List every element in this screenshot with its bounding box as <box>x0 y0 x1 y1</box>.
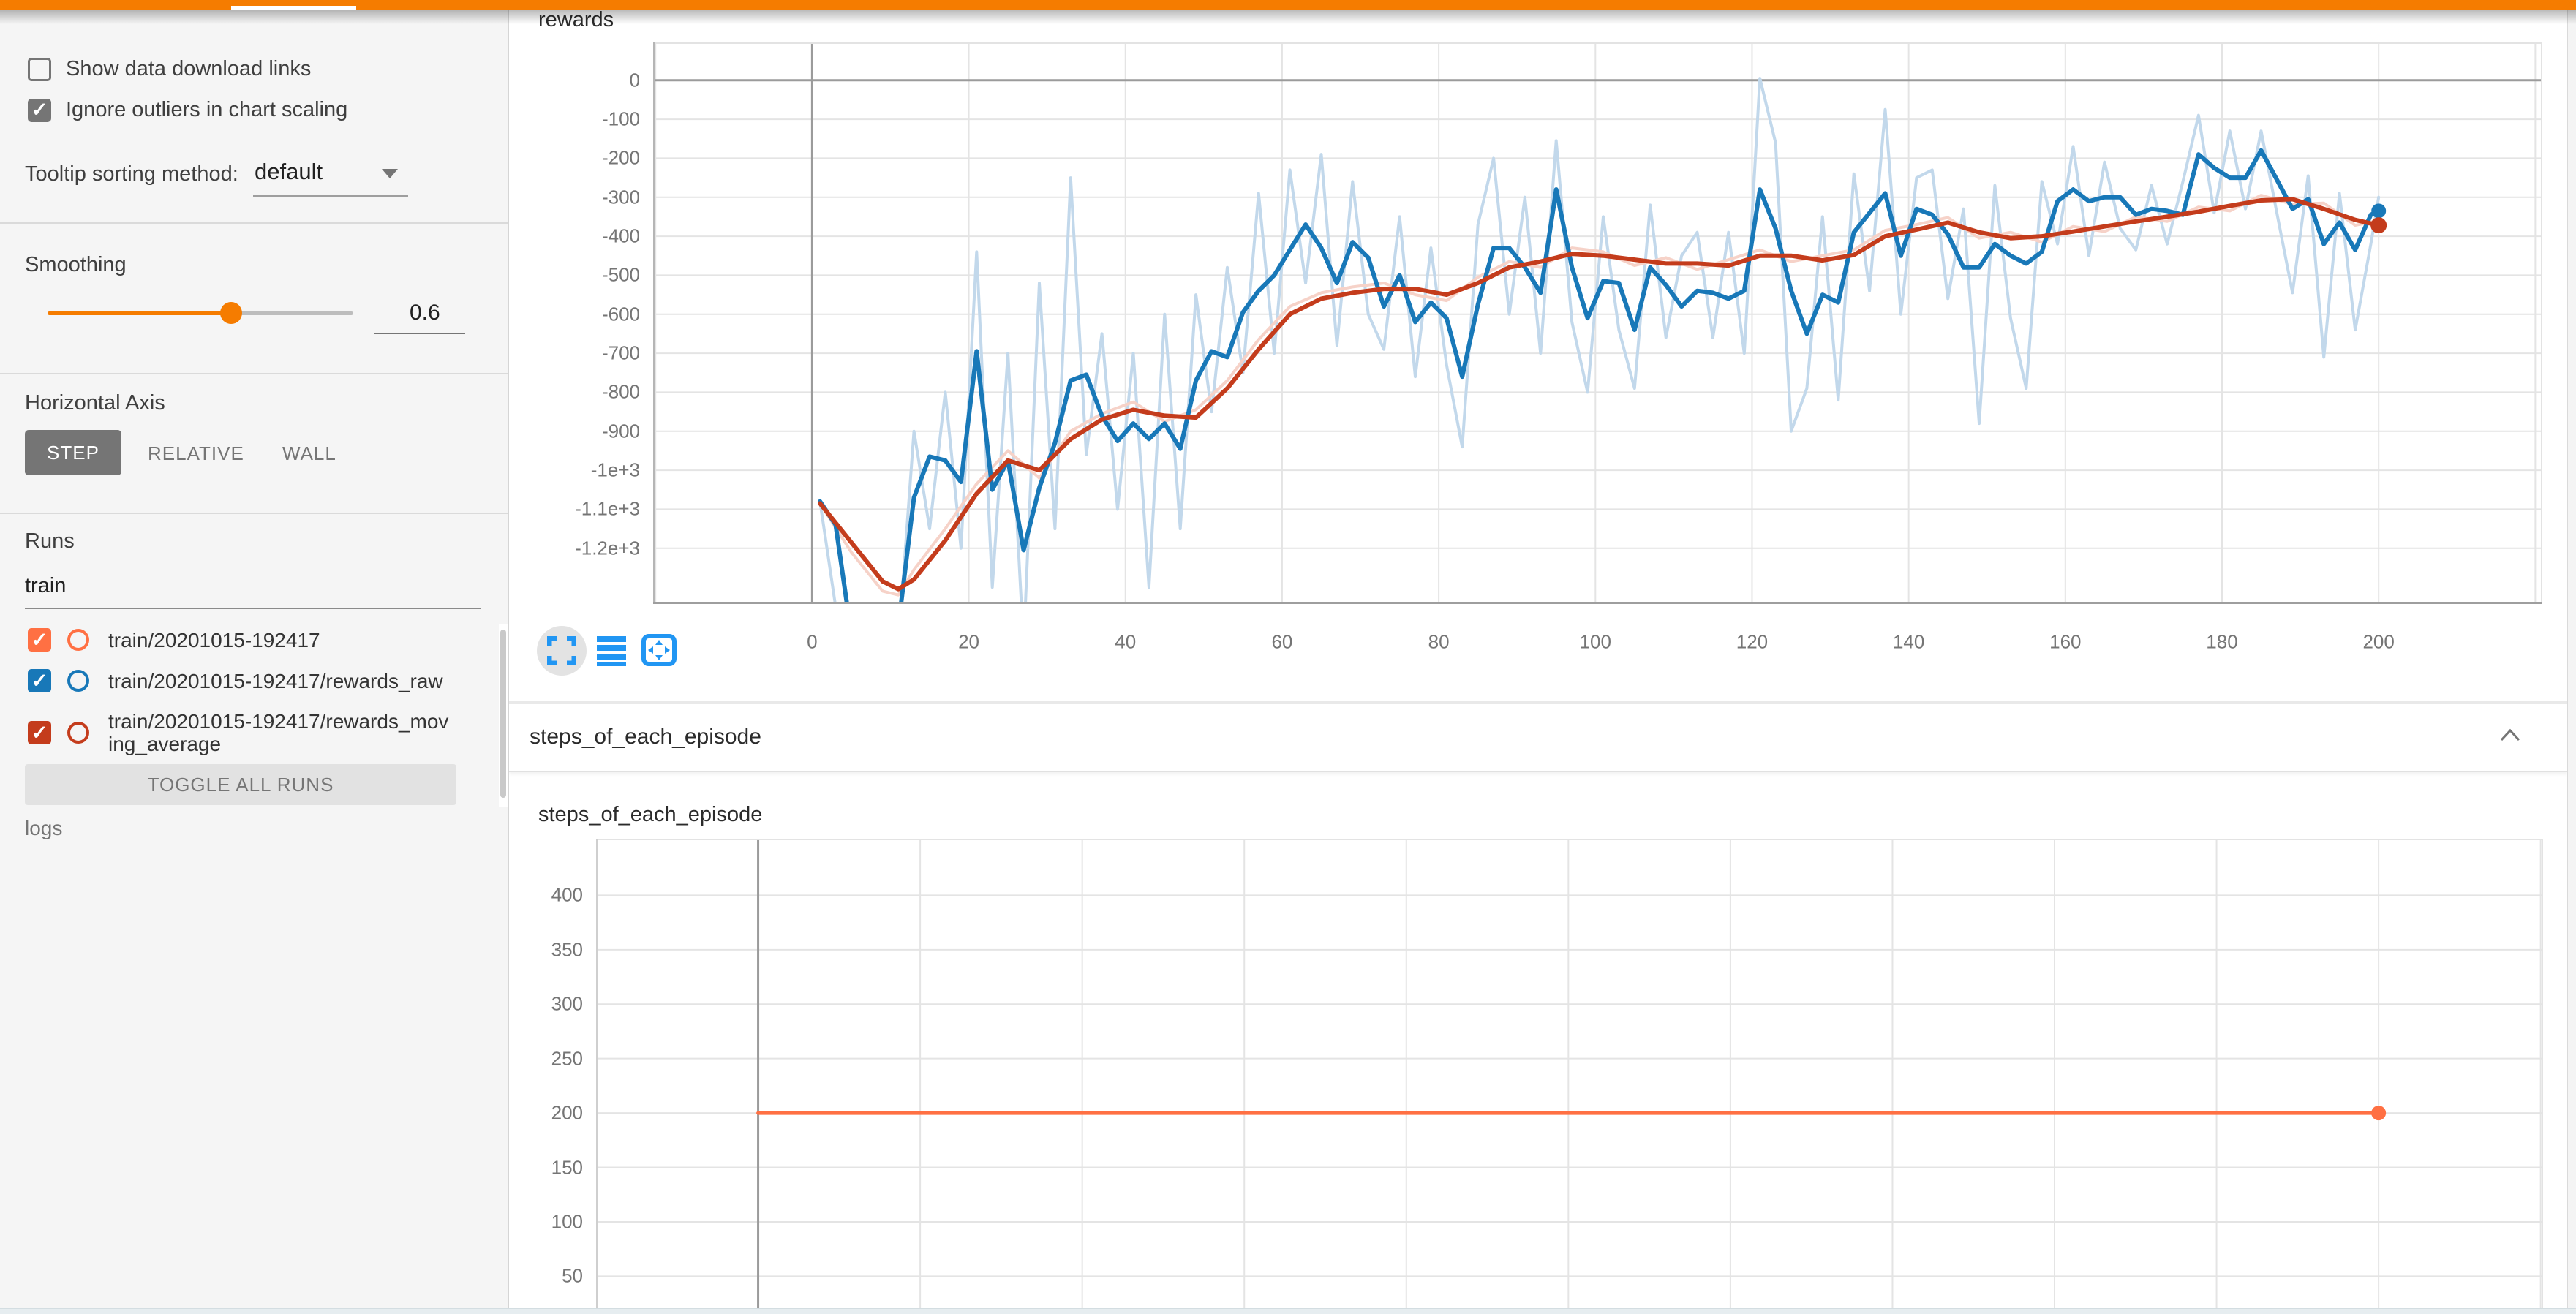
x-tick-label: 160 <box>2049 631 2081 654</box>
axis-step-label: STEP <box>47 442 99 464</box>
steps_of_each_episode-svg <box>596 839 2543 1313</box>
y-tick-label: -500 <box>602 264 640 287</box>
x-tick-label: 60 <box>1271 631 1292 654</box>
show-download-links-checkbox[interactable] <box>28 58 51 81</box>
active-tab-indicator <box>231 6 356 10</box>
section-header-title: steps_of_each_episode <box>530 725 761 749</box>
main-scrollbar-track[interactable] <box>2567 10 2576 1313</box>
y-tick-label: 250 <box>551 1047 583 1070</box>
run-radio-icon[interactable] <box>67 670 89 692</box>
sidebar-scrollbar-track[interactable] <box>499 624 508 807</box>
fit-domain-icon[interactable] <box>641 633 677 667</box>
series-end-dot <box>2371 1106 2386 1120</box>
y-tick-label: -400 <box>602 225 640 248</box>
smoothing-slider-thumb[interactable] <box>220 302 242 324</box>
axis-option-wall[interactable]: WALL <box>282 442 336 465</box>
x-tick-label: 100 <box>1580 631 1611 654</box>
run-filter-value: train <box>25 574 66 598</box>
collapse-chevron-icon[interactable] <box>2498 728 2522 742</box>
y-tick-label: 0 <box>630 69 640 91</box>
divider <box>0 373 508 374</box>
show-download-links-row[interactable]: Show data download links <box>28 57 311 81</box>
y-tick-label: 400 <box>551 884 583 907</box>
fullscreen-icon[interactable] <box>547 636 576 665</box>
run-row[interactable]: ✓ train/20201015-192417/rewards_moving_a… <box>28 710 452 755</box>
y-tick-label: -1.1e+3 <box>575 498 640 521</box>
run-label: train/20201015-192417/rewards_raw <box>108 670 443 692</box>
x-tick-label: 20 <box>958 631 979 654</box>
app-header-bar <box>0 0 2576 10</box>
y-tick-label: -700 <box>602 342 640 365</box>
axis-option-relative[interactable]: RELATIVE <box>148 442 244 465</box>
ignore-outliers-row[interactable]: ✓ Ignore outliers in chart scaling <box>28 98 347 122</box>
runs-label: Runs <box>25 529 75 554</box>
divider <box>0 513 508 514</box>
sidebar-scrollbar-thumb[interactable] <box>500 630 506 798</box>
axis-wall-label: WALL <box>282 442 336 464</box>
toggle-all-runs-button[interactable]: TOGGLE ALL RUNS <box>25 764 456 805</box>
y-tick-label: 150 <box>551 1156 583 1179</box>
y-tick-label: 200 <box>551 1102 583 1125</box>
card-title-steps: steps_of_each_episode <box>538 803 762 827</box>
smoothing-slider-fill <box>48 311 231 315</box>
x-tick-label: 120 <box>1736 631 1768 654</box>
run-label: train/20201015-192417 <box>108 629 320 652</box>
checkbox-label: Show data download links <box>66 57 311 81</box>
smoothing-label: Smoothing <box>25 253 127 277</box>
y-tick-label: -600 <box>602 303 640 325</box>
smoothing-slider-track[interactable] <box>48 311 353 315</box>
x-tick-label: 80 <box>1428 631 1450 654</box>
y-tick-label: -1e+3 <box>591 459 640 482</box>
y-tick-label: -300 <box>602 186 640 208</box>
x-tick-label: 140 <box>1893 631 1924 654</box>
run-checkbox[interactable]: ✓ <box>28 721 51 744</box>
y-tick-label: 300 <box>551 993 583 1016</box>
y-tick-label: -100 <box>602 108 640 131</box>
run-radio-icon[interactable] <box>67 722 89 744</box>
tooltip-sorting-label: Tooltip sorting method: <box>25 162 238 186</box>
y-tick-label: 100 <box>551 1210 583 1233</box>
tooltip-sorting-value: default <box>255 159 323 185</box>
horizontal-axis-label: Horizontal Axis <box>25 391 165 415</box>
y-tick-label: -800 <box>602 381 640 404</box>
series-end-dot <box>2371 203 2386 218</box>
y-tick-label: -900 <box>602 420 640 442</box>
run-filter-input[interactable]: train <box>25 567 481 609</box>
y-tick-label: 50 <box>562 1265 583 1288</box>
x-tick-label: 200 <box>2362 631 2394 654</box>
rewards-chart-plot[interactable]: 0204060801001201401601802000-100-200-300… <box>653 42 2542 604</box>
toggle-all-runs-label: TOGGLE ALL RUNS <box>148 774 334 796</box>
divider <box>0 222 508 224</box>
y-tick-label: -200 <box>602 147 640 170</box>
smoothing-value: 0.6 <box>410 301 440 325</box>
settings-sidebar: Show data download links ✓ Ignore outlie… <box>0 10 509 1313</box>
smoothing-value-field[interactable]: 0.6 <box>374 296 465 334</box>
logs-text: logs <box>25 817 62 840</box>
x-tick-label: 180 <box>2206 631 2237 654</box>
y-tick-label: 350 <box>551 938 583 961</box>
section-header-steps-of-each-episode[interactable]: steps_of_each_episode <box>509 704 2567 772</box>
ignore-outliers-checkbox[interactable]: ✓ <box>28 99 51 122</box>
data-lines-icon[interactable] <box>595 635 628 667</box>
run-row[interactable]: ✓ train/20201015-192417 <box>28 628 320 652</box>
series-end-dot <box>2370 217 2387 233</box>
rewards-svg <box>653 42 2542 604</box>
run-checkbox[interactable]: ✓ <box>28 628 51 652</box>
x-tick-label: 40 <box>1115 631 1136 654</box>
tooltip-sorting-dropdown[interactable]: default <box>253 153 408 197</box>
axis-option-step[interactable]: STEP <box>25 430 121 475</box>
chevron-down-icon <box>382 169 398 178</box>
axis-relative-label: RELATIVE <box>148 442 244 464</box>
y-tick-label: -1.2e+3 <box>575 537 640 559</box>
run-radio-icon[interactable] <box>67 629 89 651</box>
checkbox-label: Ignore outliers in chart scaling <box>66 98 347 122</box>
run-row[interactable]: ✓ train/20201015-192417/rewards_raw <box>28 669 443 692</box>
steps-chart-plot[interactable]: 40035030025020015010050 <box>596 839 2543 1313</box>
tooltip-sorting-row: Tooltip sorting method: <box>25 158 238 190</box>
header-shadow <box>0 10 2576 24</box>
run-checkbox[interactable]: ✓ <box>28 669 51 692</box>
series-train-20201015-192417-rewards-raw-unsmoothed- <box>820 78 2379 604</box>
x-tick-label: 0 <box>807 631 817 654</box>
run-label: train/20201015-192417/rewards_moving_ave… <box>108 710 452 755</box>
